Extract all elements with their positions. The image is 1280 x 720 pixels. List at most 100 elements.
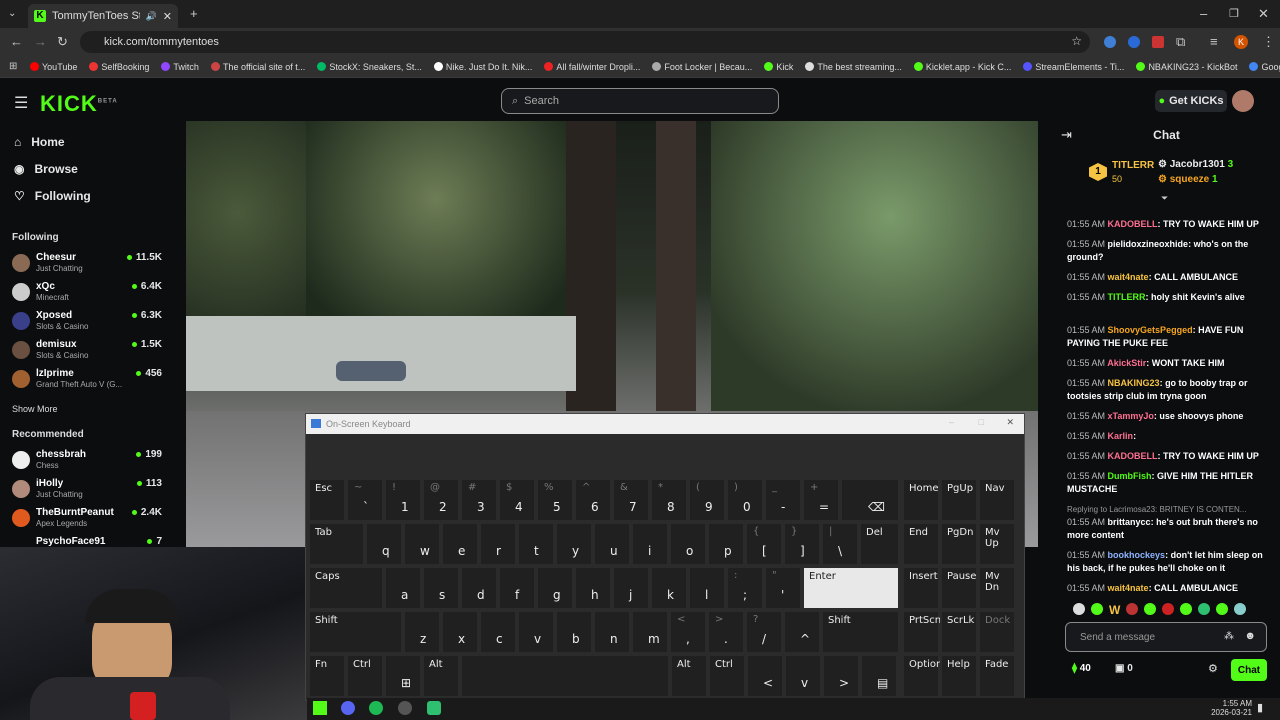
- obs-icon[interactable]: [398, 701, 412, 715]
- key[interactable]: Ctrl: [708, 654, 746, 698]
- key[interactable]: l: [688, 566, 726, 610]
- bookmark[interactable]: Kick: [764, 62, 793, 72]
- clock[interactable]: 1:55 AM 2026-03-21: [1202, 699, 1252, 717]
- nav-key[interactable]: Fade: [978, 654, 1016, 698]
- nav-home[interactable]: ⌂ Home: [14, 135, 65, 149]
- sidebar-channel[interactable]: lzIprime Grand Theft Auto V (G... 456: [12, 368, 162, 394]
- kicks-balance[interactable]: ⧫ 40: [1072, 663, 1091, 674]
- apps-grid-icon[interactable]: ⊞: [9, 61, 17, 72]
- key[interactable]: Shift: [308, 610, 403, 654]
- nav-key[interactable]: Help: [940, 654, 978, 698]
- hamburger-menu-icon[interactable]: ☰: [14, 93, 28, 113]
- bookmark[interactable]: Google: [1249, 62, 1280, 72]
- nav-key[interactable]: Home: [902, 478, 940, 522]
- key[interactable]: a: [384, 566, 422, 610]
- chat-message[interactable]: 01:55 AM KADOBELL: TRY TO WAKE HIM UP: [1067, 218, 1267, 231]
- nav-key[interactable]: Nav: [978, 478, 1016, 522]
- osk-titlebar[interactable]: On-Screen Keyboard – □ ✕: [306, 414, 1024, 434]
- sidebar-channel[interactable]: TheBurntPeanut Apex Legends 2.4K: [12, 507, 162, 533]
- send-message-input[interactable]: Send a message ⁂ ☻: [1065, 622, 1267, 652]
- key[interactable]: g: [536, 566, 574, 610]
- key[interactable]: c: [479, 610, 517, 654]
- close-window-icon[interactable]: ✕: [1258, 0, 1269, 28]
- key[interactable]: ' ": [764, 566, 802, 610]
- key[interactable]: . >: [707, 610, 745, 654]
- key[interactable]: Fn: [308, 654, 346, 698]
- key[interactable]: n: [593, 610, 631, 654]
- key[interactable]: ]}: [783, 522, 821, 566]
- profile-avatar[interactable]: K: [1234, 35, 1248, 49]
- close-tab-icon[interactable]: ✕: [163, 10, 172, 23]
- key[interactable]: 3 #: [460, 478, 498, 522]
- quick-emote-icon[interactable]: ⁂: [1224, 631, 1234, 642]
- key[interactable]: p: [707, 522, 745, 566]
- reload-icon[interactable]: ↻: [57, 28, 68, 56]
- menu-kebab-icon[interactable]: ⋮: [1262, 28, 1275, 56]
- key[interactable]: Alt: [422, 654, 460, 698]
- key[interactable]: /?: [745, 610, 783, 654]
- key[interactable]: x: [441, 610, 479, 654]
- key[interactable]: z: [403, 610, 441, 654]
- user-avatar[interactable]: [1232, 90, 1254, 112]
- chat-message[interactable]: 01:55 AM pielidoxzineoxhide: who's on th…: [1067, 238, 1267, 264]
- extension-icon[interactable]: [1152, 36, 1164, 48]
- key[interactable]: ^: [783, 610, 821, 654]
- key[interactable]: 1!: [384, 478, 422, 522]
- browser-tab[interactable]: K TommyTenToes Stream - W 🔊 ✕: [28, 4, 178, 28]
- nav-key[interactable]: PrtScn: [902, 610, 941, 654]
- key[interactable]: s: [422, 566, 460, 610]
- emote-bar[interactable]: W: [1073, 603, 1273, 617]
- key[interactable]: >: [822, 654, 860, 698]
- sidebar-channel[interactable]: demisux Slots & Casino 1.5K: [12, 339, 162, 365]
- chat-message[interactable]: 01:55 AM xTammyJo: use shoovys phone: [1067, 410, 1267, 423]
- nav-key[interactable]: End: [902, 522, 940, 566]
- key[interactable]: d: [460, 566, 498, 610]
- bookmark[interactable]: The official site of t...: [210, 62, 305, 72]
- key[interactable]: t: [517, 522, 555, 566]
- enter-key[interactable]: Enter: [802, 566, 900, 610]
- sidebar-channel[interactable]: Cheesur Just Chatting 11.5K: [12, 252, 162, 278]
- speaker-icon[interactable]: 🔊: [146, 11, 157, 22]
- url-bar[interactable]: kick.com/tommytentoes ☆: [80, 31, 1090, 53]
- chat-message[interactable]: 01:55 AM NBAKING23: go to booby trap or …: [1067, 377, 1267, 403]
- key[interactable]: , <: [669, 610, 707, 654]
- key[interactable]: f: [498, 566, 536, 610]
- emoji-icon[interactable]: ☻: [1244, 630, 1256, 642]
- key[interactable]: Esc: [308, 478, 346, 522]
- bookmark[interactable]: YouTube: [30, 62, 77, 72]
- chat-message[interactable]: 01:55 AM AkickStir: WONT TAKE HIM: [1067, 357, 1267, 370]
- nav-key[interactable]: Pause: [940, 566, 978, 610]
- gifter-entry[interactable]: ⚙ squeeze 1: [1158, 174, 1218, 185]
- key[interactable]: b: [555, 610, 593, 654]
- key[interactable]: 7 &: [612, 478, 650, 522]
- key[interactable]: k: [650, 566, 688, 610]
- nav-key[interactable]: PgDn: [940, 522, 978, 566]
- key[interactable]: ▤: [860, 654, 898, 698]
- key[interactable]: Tab: [308, 522, 365, 566]
- key[interactable]: h: [574, 566, 612, 610]
- gift-balance[interactable]: ▣ 0: [1115, 663, 1133, 674]
- discord-icon[interactable]: [341, 701, 355, 715]
- key[interactable]: y: [555, 522, 593, 566]
- kick-logo[interactable]: KICKBETA: [40, 91, 118, 117]
- bookmark[interactable]: Foot Locker | Becau...: [652, 62, 752, 72]
- key[interactable]: ` ~: [346, 478, 384, 522]
- key[interactable]: o: [669, 522, 707, 566]
- key[interactable]: [{: [745, 522, 783, 566]
- get-kicks-button[interactable]: ● Get KICKs: [1155, 90, 1227, 112]
- maximize-icon[interactable]: ❐: [1229, 0, 1239, 28]
- spacebar-key[interactable]: [460, 654, 670, 698]
- key[interactable]: w: [403, 522, 441, 566]
- bookmark[interactable]: Nike. Just Do It. Nik...: [433, 62, 532, 72]
- key[interactable]: v: [784, 654, 822, 698]
- key[interactable]: 4 $: [498, 478, 536, 522]
- key[interactable]: q: [365, 522, 403, 566]
- forward-icon[interactable]: →: [34, 28, 47, 56]
- key[interactable]: - _: [764, 478, 802, 522]
- key[interactable]: ⊞: [384, 654, 422, 698]
- nav-key[interactable]: ScrLk: [940, 610, 978, 654]
- bookmark[interactable]: The best streaming...: [805, 62, 902, 72]
- top-gifter-name[interactable]: TITLERR: [1112, 160, 1154, 171]
- key[interactable]: 6 ^: [574, 478, 612, 522]
- bookmark[interactable]: All fall/winter Dropli...: [544, 62, 640, 72]
